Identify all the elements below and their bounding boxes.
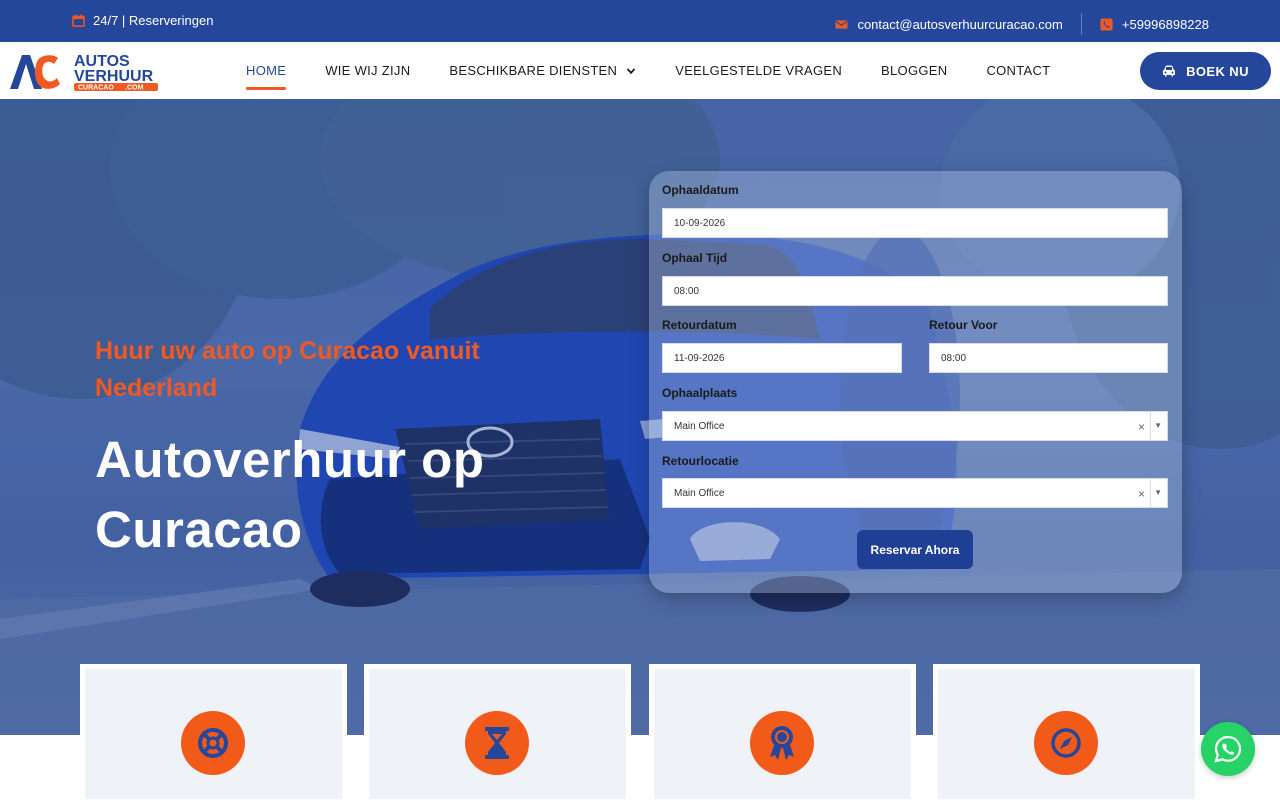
whatsapp-icon <box>1214 735 1242 763</box>
nav-faq[interactable]: VEELGESTELDE VRAGEN <box>675 42 842 99</box>
nav-home[interactable]: HOME <box>246 42 287 99</box>
return-place-select[interactable]: Main Office × ▼ <box>662 478 1168 508</box>
main-nav: HOME WIE WIJ ZIJN BESCHIKBARE DIENSTEN V… <box>246 42 1089 99</box>
envelope-icon <box>835 19 848 29</box>
dropdown-arrow-icon[interactable]: ▼ <box>1154 488 1162 497</box>
car-icon <box>1163 65 1176 77</box>
nav-home-label: HOME <box>246 63 287 78</box>
chevron-down-icon <box>627 67 636 74</box>
phone-link[interactable]: +59996898228 <box>1100 17 1209 32</box>
calendar-icon <box>72 14 85 27</box>
pickup-date-input[interactable]: 10-09-2026 <box>662 208 1168 238</box>
clear-icon[interactable]: × <box>1138 420 1145 434</box>
pickup-place-value: Main Office <box>674 420 725 432</box>
phone-icon <box>1100 17 1113 31</box>
award-ribbon-icon <box>770 726 794 760</box>
dropdown-arrow-icon[interactable]: ▼ <box>1154 421 1162 430</box>
pickup-date-label: Ophaaldatum <box>662 183 739 197</box>
return-time-value: 08:00 <box>941 352 967 364</box>
nav-services[interactable]: BESCHIKBARE DIENSTEN <box>449 42 636 99</box>
hero-section: Huur uw auto op Curacao vanuit Nederland… <box>0 99 1280 735</box>
nav-blog-label: BLOGGEN <box>881 63 948 78</box>
feature-card <box>933 664 1200 800</box>
main-header: AUTOS VERHUUR CURACAO .COM HOME WIE WIJ … <box>0 42 1280 99</box>
feature-card <box>80 664 347 800</box>
return-date-input[interactable]: 11-09-2026 <box>662 343 902 373</box>
email-text: contact@autosverhuurcuracao.com <box>857 16 1063 32</box>
nav-contact-label: CONTACT <box>986 63 1051 78</box>
feature-icon-badge <box>750 711 814 775</box>
nav-about-label: WIE WIJ ZIJN <box>325 63 411 78</box>
whatsapp-button[interactable] <box>1201 722 1255 776</box>
reserve-button[interactable]: Reservar Ahora <box>857 530 973 569</box>
logo-mark <box>10 55 60 89</box>
nav-about[interactable]: WIE WIJ ZIJN <box>325 42 410 99</box>
site-logo[interactable]: AUTOS VERHUUR CURACAO .COM <box>8 50 160 92</box>
select-divider <box>1150 479 1151 507</box>
feature-card <box>649 664 916 800</box>
hours-info: 24/7 | Reserveringen <box>72 13 213 28</box>
lifebuoy-icon <box>198 728 228 758</box>
return-time-input[interactable]: 08:00 <box>929 343 1168 373</box>
pickup-place-select[interactable]: Main Office × ▼ <box>662 411 1168 441</box>
feature-icon-badge <box>181 711 245 775</box>
pickup-time-value: 08:00 <box>674 285 700 297</box>
top-bar: 24/7 | Reserveringen contact@autosverhuu… <box>0 0 1280 42</box>
logo-line2: VERHUUR <box>74 68 154 85</box>
hourglass-icon <box>485 727 509 759</box>
logo-line3: CURACAO <box>78 85 114 92</box>
return-place-label: Retourlocatie <box>662 454 739 468</box>
nav-services-label: BESCHIKBARE DIENSTEN <box>449 63 618 78</box>
feature-icon-badge <box>1034 711 1098 775</box>
nav-blog[interactable]: BLOGGEN <box>881 42 947 99</box>
hero-title: Autoverhuur op Curacao <box>95 431 485 558</box>
email-link[interactable]: contact@autosverhuurcuracao.com <box>835 16 1063 32</box>
hero-subtitle: Huur uw auto op Curacao vanuit Nederland <box>95 337 480 402</box>
feature-icon-badge <box>465 711 529 775</box>
pickup-time-label: Ophaal Tijd <box>662 251 728 265</box>
nav-faq-label: VEELGESTELDE VRAGEN <box>675 63 843 78</box>
logo-tld: .COM <box>125 85 143 92</box>
booking-form: Ophaaldatum 10-09-2026 Ophaal Tijd 08:00… <box>649 171 1182 593</box>
topbar-divider <box>1080 13 1082 35</box>
return-place-value: Main Office <box>674 487 725 499</box>
pickup-place-label: Ophaalplaats <box>662 386 738 400</box>
pickup-time-input[interactable]: 08:00 <box>662 276 1168 306</box>
book-now-button[interactable]: BOEK NU <box>1140 52 1271 90</box>
clear-icon[interactable]: × <box>1138 487 1145 501</box>
return-date-label: Retourdatum <box>662 318 737 332</box>
select-divider <box>1150 412 1151 440</box>
feature-card <box>364 664 631 800</box>
phone-text: +59996898228 <box>1121 16 1209 32</box>
pickup-date-value: 10-09-2026 <box>674 217 726 229</box>
return-time-label: Retour Voor <box>929 318 998 332</box>
return-date-value: 11-09-2026 <box>674 352 725 364</box>
compass-icon <box>1051 728 1081 758</box>
nav-contact[interactable]: CONTACT <box>986 42 1050 99</box>
book-now-label: BOEK NU <box>1186 63 1249 79</box>
hours-text: 24/7 | Reserveringen <box>93 13 214 28</box>
